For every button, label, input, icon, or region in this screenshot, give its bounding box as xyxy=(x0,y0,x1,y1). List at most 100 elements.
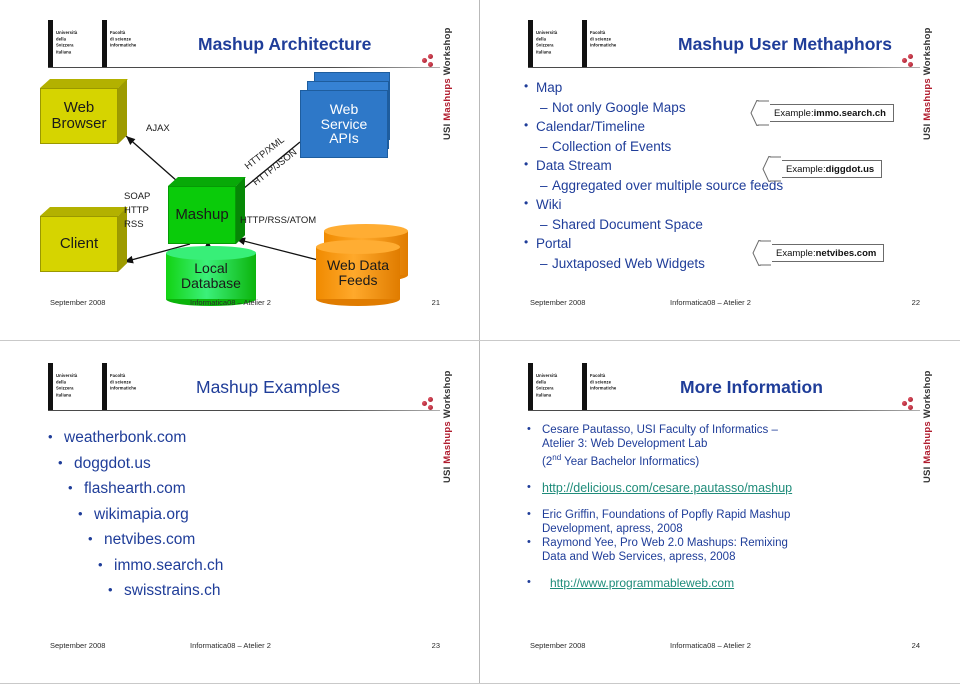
arrow-left-icon xyxy=(750,100,769,126)
callout-value: diggdot.us xyxy=(825,163,875,175)
footer-date: September 2008 xyxy=(50,641,106,650)
list-item-book-griffin: Eric Griffin, Foundations of Popfly Rapi… xyxy=(524,507,904,536)
callout-prefix: Example: xyxy=(786,163,826,175)
slide-header: Università della Svizzera italiana Facol… xyxy=(48,20,452,78)
edge-label-rss: RSS xyxy=(124,219,144,230)
edge-label-http-rss-atom: HTTP/RSS/ATOM xyxy=(240,215,317,226)
ref1-line-1: Eric Griffin, Foundations of Popfly Rapi… xyxy=(542,508,791,521)
list-item: weatherbonk.com xyxy=(46,424,223,451)
node-mashup: Mashup xyxy=(168,177,246,244)
author-line-1: Cesare Pautasso, USI Faculty of Informat… xyxy=(542,424,778,436)
edge-label-ajax: AJAX xyxy=(146,123,170,134)
slide-footer: September 2008 Informatica08 – Atelier 2… xyxy=(18,298,458,310)
header-rule xyxy=(48,67,440,69)
slide-mashup-architecture[interactable]: Università della Svizzera italiana Facol… xyxy=(18,12,458,312)
node-local-database: Local Database xyxy=(166,246,256,306)
node-client: Client xyxy=(40,207,128,272)
callout-prefix: Example: xyxy=(776,247,816,259)
author-line-3-post: Year Bachelor Informatics) xyxy=(561,455,700,468)
slide-body: Map Not only Google Maps Calendar/Timeli… xyxy=(520,77,908,292)
footer-page-number: 22 xyxy=(911,298,920,307)
page-title: Mashup Architecture xyxy=(198,34,372,54)
callout-value: immo.search.ch xyxy=(813,107,886,119)
header-rule xyxy=(528,410,920,412)
callout-value: netvibes.com xyxy=(815,247,877,259)
list-item-link-delicious[interactable]: http://delicious.com/cesare.pautasso/mas… xyxy=(524,480,904,496)
usi-logo: Università della Svizzera italiana Facol… xyxy=(528,363,636,410)
page-title: More Information xyxy=(680,377,823,397)
node-web-data-feeds: Web Data Feeds xyxy=(316,240,400,306)
list-item: Collection of Events xyxy=(520,137,908,157)
list-item-author: Cesare Pautasso, USI Faculty of Informat… xyxy=(524,422,904,469)
column-divider xyxy=(479,0,480,684)
page-title: Mashup User Methaphors xyxy=(678,34,892,54)
delicious-link[interactable]: http://delicious.com/cesare.pautasso/mas… xyxy=(542,481,792,495)
footer-page-number: 24 xyxy=(911,641,920,650)
page-title: Mashup Examples xyxy=(196,377,340,397)
footer-course: Informatica08 – Atelier 2 xyxy=(190,641,271,650)
header-rule xyxy=(528,67,920,69)
footer-date: September 2008 xyxy=(530,641,586,650)
slide-mashup-examples[interactable]: Università della Svizzera italiana Facol… xyxy=(18,355,458,655)
author-line-2: Atelier 3: Web Development Lab xyxy=(542,438,708,450)
list-item: immo.search.ch xyxy=(96,552,223,579)
author-line-3-pre: (2 xyxy=(542,455,553,468)
ref2-line-2: Data and Web Services, apress, 2008 xyxy=(542,550,736,563)
footer-course: Informatica08 – Atelier 2 xyxy=(190,298,271,307)
ref2-line-1: Raymond Yee, Pro Web 2.0 Mashups: Remixi… xyxy=(542,536,788,549)
usi-logo: Università della Svizzera italiana Facol… xyxy=(48,363,156,410)
list-item: doggdot.us xyxy=(56,450,223,477)
mashup-blobs-icon xyxy=(902,397,920,415)
list-item: swisstrains.ch xyxy=(106,577,223,604)
info-list: Cesare Pautasso, USI Faculty of Informat… xyxy=(524,422,904,591)
header-rule xyxy=(48,410,440,412)
logo-text-faculty: Facoltà di scienze informatiche xyxy=(110,372,137,391)
side-branding: USI Mashups Workshop xyxy=(922,27,933,140)
list-item: Wiki xyxy=(520,194,908,215)
list-item: Shared Document Space xyxy=(520,215,908,235)
footer-course: Informatica08 – Atelier 2 xyxy=(670,641,751,650)
footer-date: September 2008 xyxy=(530,298,586,307)
architecture-diagram: Web Browser Client Mashup Web Service APIs … xyxy=(18,72,458,306)
callout-netvibes: Example: netvibes.com xyxy=(752,240,885,266)
slide-more-information[interactable]: Università della Svizzera italiana Facol… xyxy=(498,355,938,655)
list-item: flashearth.com xyxy=(66,475,223,502)
slide-footer: September 2008 Informatica08 – Atelier 2… xyxy=(498,298,938,310)
node-web-service-apis: Web Service APIs xyxy=(300,72,400,158)
slide-header: Università della Svizzera italiana Facol… xyxy=(528,363,932,421)
usi-logo: Università della Svizzera italiana Facol… xyxy=(48,20,156,67)
slide-header: Università della Svizzera italiana Facol… xyxy=(48,363,452,421)
list-item: Map xyxy=(520,77,908,98)
slide-footer: September 2008 Informatica08 – Atelier 2… xyxy=(498,641,938,653)
list-item-book-yee: Raymond Yee, Pro Web 2.0 Mashups: Remixi… xyxy=(524,535,904,564)
arrow-left-icon xyxy=(762,156,781,182)
list-spacer xyxy=(524,469,904,481)
slide-mashup-user-methaphors[interactable]: Università della Svizzera italiana Facol… xyxy=(498,12,938,312)
side-branding: USI Mashups Workshop xyxy=(922,370,933,483)
edge-label-http: HTTP xyxy=(124,205,149,216)
callout-diggdot: Example: diggdot.us xyxy=(762,156,883,182)
programmableweb-link[interactable]: http://www.programmableweb.com xyxy=(550,576,734,590)
list-spacer xyxy=(524,496,904,508)
list-item: wikimapia.org xyxy=(76,501,223,528)
footer-page-number: 23 xyxy=(431,641,440,650)
logo-text-university: Università della Svizzera italiana xyxy=(56,372,78,398)
usi-logo: Università della Svizzera italiana Facol… xyxy=(528,20,636,67)
ref1-line-2: Development, apress, 2008 xyxy=(542,522,683,535)
slide-handout-page: Università della Svizzera italiana Facol… xyxy=(0,0,960,684)
logo-text-faculty: Facoltà di scienze informatiche xyxy=(590,372,617,391)
logo-text-university: Università della Svizzera italiana xyxy=(536,29,558,55)
logo-text-university: Università della Svizzera italiana xyxy=(56,29,78,55)
slide-footer: September 2008 Informatica08 – Atelier 2… xyxy=(18,641,458,653)
footer-course: Informatica08 – Atelier 2 xyxy=(670,298,751,307)
mashup-blobs-icon xyxy=(422,54,440,72)
footer-page-number: 21 xyxy=(431,298,440,307)
logo-text-faculty: Facoltà di scienze informatiche xyxy=(110,29,137,48)
examples-list: weatherbonk.com doggdot.us flashearth.co… xyxy=(46,424,223,604)
mashup-blobs-icon xyxy=(422,397,440,415)
mashup-blobs-icon xyxy=(902,54,920,72)
callout-text: Example: netvibes.com xyxy=(772,244,885,262)
logo-text-faculty: Facoltà di scienze informatiche xyxy=(590,29,617,48)
list-item-link-programmableweb[interactable]: http://www.programmableweb.com xyxy=(524,575,904,591)
callout-immo: Example: immo.search.ch xyxy=(750,100,894,126)
